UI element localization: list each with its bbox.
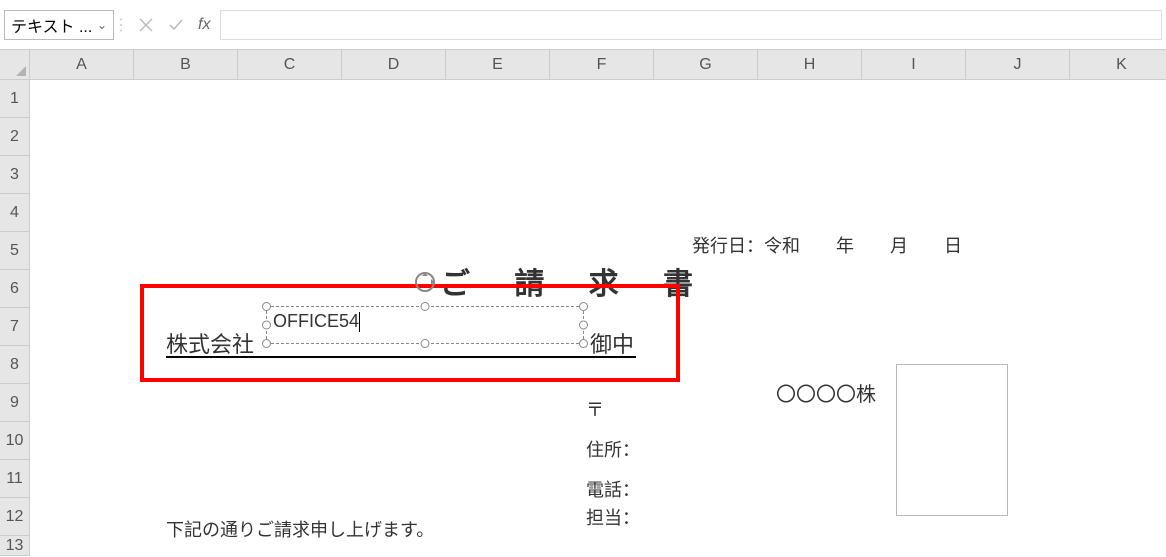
name-box[interactable]: テキスト ... ⌄ xyxy=(4,10,114,40)
col-header[interactable]: J xyxy=(966,50,1070,79)
col-header[interactable]: I xyxy=(862,50,966,79)
col-header[interactable]: C xyxy=(238,50,342,79)
resize-handle[interactable] xyxy=(421,302,430,311)
row-header[interactable]: 6 xyxy=(0,270,29,308)
recipient-underline xyxy=(166,356,636,358)
resize-handle[interactable] xyxy=(262,321,271,330)
person-label: 担当： xyxy=(586,504,640,530)
row-header[interactable]: 10 xyxy=(0,422,29,460)
text-cursor xyxy=(359,312,360,332)
fx-icon[interactable]: fx xyxy=(198,16,210,34)
column-headers: A B C D E F G H I J K xyxy=(30,50,1166,80)
company-prefix: 株式会社 xyxy=(166,327,254,359)
row-header[interactable]: 1 xyxy=(0,80,29,118)
formula-bar: テキスト ... ⌄ ⋮ fx xyxy=(0,0,1166,50)
col-header[interactable]: K xyxy=(1070,50,1166,79)
address-label: 住所： xyxy=(586,436,640,462)
divider: ⋮ xyxy=(116,15,126,35)
col-header[interactable]: D xyxy=(342,50,446,79)
row-header[interactable]: 8 xyxy=(0,346,29,384)
row-header[interactable]: 13 xyxy=(0,536,29,556)
textbox-text: OFFICE54 xyxy=(273,311,359,331)
cancel-icon[interactable] xyxy=(132,11,160,39)
resize-handle[interactable] xyxy=(262,339,271,348)
chevron-down-icon: ⌄ xyxy=(97,18,107,32)
confirm-icon[interactable] xyxy=(162,11,190,39)
col-header[interactable]: E xyxy=(446,50,550,79)
formula-input[interactable] xyxy=(220,10,1162,40)
row-header[interactable]: 2 xyxy=(0,118,29,156)
textbox-content[interactable]: OFFICE54 xyxy=(267,307,583,336)
row-header[interactable]: 12 xyxy=(0,498,29,536)
resize-handle[interactable] xyxy=(579,302,588,311)
issue-date: 発行日：令和 年 月 日 xyxy=(692,232,962,258)
document-title: ご 請 求 書 xyxy=(440,270,711,300)
resize-handle[interactable] xyxy=(579,339,588,348)
col-header[interactable]: G xyxy=(654,50,758,79)
col-header[interactable]: A xyxy=(30,50,134,79)
your-company: 〇〇〇〇株 xyxy=(776,378,876,407)
phone-label: 電話： xyxy=(586,476,640,502)
stamp-placeholder xyxy=(896,364,1008,516)
row-headers: 1 2 3 4 5 6 7 8 9 10 11 12 13 xyxy=(0,80,30,556)
select-all-button[interactable] xyxy=(0,50,30,80)
resize-handle[interactable] xyxy=(262,302,271,311)
row-header[interactable]: 3 xyxy=(0,156,29,194)
rotate-handle-icon[interactable] xyxy=(410,267,440,297)
textbox-selected[interactable]: OFFICE54 xyxy=(266,306,584,344)
row-header[interactable]: 4 xyxy=(0,194,29,232)
col-header[interactable]: H xyxy=(758,50,862,79)
row-header[interactable]: 7 xyxy=(0,308,29,346)
intro-text: 下記の通りご請求申し上げます。 xyxy=(166,516,434,542)
name-box-value: テキスト ... xyxy=(11,13,92,37)
formula-buttons: fx xyxy=(132,11,216,39)
col-header[interactable]: F xyxy=(550,50,654,79)
postal-label: 〒 xyxy=(586,396,604,422)
resize-handle[interactable] xyxy=(579,321,588,330)
row-header[interactable]: 5 xyxy=(0,232,29,270)
resize-handle[interactable] xyxy=(421,339,430,348)
row-header[interactable]: 11 xyxy=(0,460,29,498)
sheet-area: 1 2 3 4 5 6 7 8 9 10 11 12 13 A B C D E … xyxy=(0,50,1166,557)
col-header[interactable]: B xyxy=(134,50,238,79)
company-suffix: 御中 xyxy=(590,327,634,359)
row-header[interactable]: 9 xyxy=(0,384,29,422)
